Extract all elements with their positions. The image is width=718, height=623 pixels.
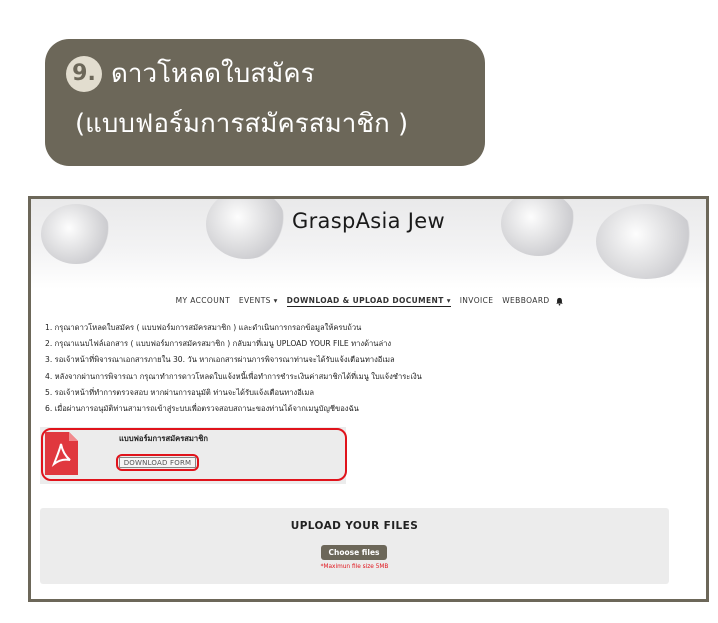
form-title: แบบฟอร์มการสมัครสมาชิก: [119, 434, 208, 443]
nav-webboard[interactable]: WEBBOARD: [502, 296, 549, 305]
upload-title: UPLOAD YOUR FILES: [290, 520, 419, 532]
website-screenshot: GraspAsia Jew MY ACCOUNT EVENTS ▾ DOWNLO…: [28, 196, 709, 602]
nav-download-upload[interactable]: DOWNLOAD & UPLOAD DOCUMENT ▾: [286, 296, 451, 307]
nav-invoice[interactable]: INVOICE: [460, 296, 494, 305]
instruction-item: 3. รอเจ้าหน้าที่พิจารณาเอกสารภายใน 30. ว…: [45, 355, 395, 365]
step-title: ดาวโหลดใบสมัคร: [111, 59, 315, 89]
instruction-list: 1. กรุณาดาวโหลดใบสมัคร ( แบบฟอร์มการสมัค…: [45, 320, 685, 417]
instruction-item: 6. เมื่อผ่านการอนุมัติท่านสามารถเข้าสู่ร…: [45, 404, 359, 414]
main-nav: MY ACCOUNT EVENTS ▾ DOWNLOAD & UPLOAD DO…: [31, 296, 706, 307]
max-file-size-note: *Maximun file size 5MB: [320, 564, 389, 570]
instruction-item: 5. รอเจ้าหน้าที่ทำการตรวจสอบ หากผ่านการอ…: [45, 387, 315, 397]
pdf-icon[interactable]: [45, 432, 78, 475]
choose-files-button[interactable]: Choose files: [321, 545, 387, 560]
bell-icon[interactable]: [555, 297, 564, 306]
instruction-item: 2. กรุณาแนบไฟล์เอกสาร ( แบบฟอร์มการสมัคร…: [45, 339, 392, 349]
step-subtitle: (แบบฟอร์มการสมัครสมาชิก ): [75, 109, 409, 139]
site-brand[interactable]: GraspAsia Jew: [31, 209, 706, 233]
instruction-item: 4. หลังจากผ่านการพิจารณา กรุณาทำการดาวโห…: [45, 371, 422, 381]
hero-banner: GraspAsia Jew: [31, 199, 706, 289]
nav-my-account[interactable]: MY ACCOUNT: [176, 296, 231, 305]
download-form-button[interactable]: DOWNLOAD FORM: [116, 454, 199, 471]
step-banner: 9. ดาวโหลดใบสมัคร (แบบฟอร์มการสมัครสมาชิ…: [45, 39, 485, 166]
download-form-label: DOWNLOAD FORM: [119, 457, 196, 468]
step-number-badge: 9.: [66, 56, 102, 92]
upload-panel: UPLOAD YOUR FILES Choose files *Maximun …: [40, 508, 669, 584]
instruction-item: 1. กรุณาดาวโหลดใบสมัคร ( แบบฟอร์มการสมัค…: [45, 323, 362, 332]
nav-events[interactable]: EVENTS ▾: [239, 296, 278, 305]
